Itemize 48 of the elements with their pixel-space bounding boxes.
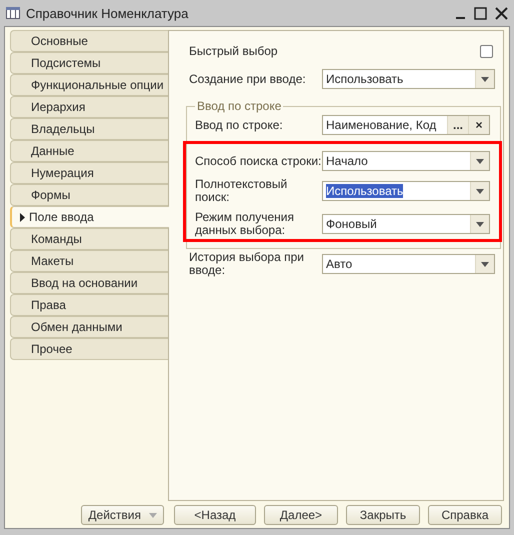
field-label: Режим получения данных выбора: (195, 211, 295, 237)
pointer-icon (20, 212, 25, 222)
dialog-button[interactable]: Справка (428, 505, 502, 525)
dropdown-arrow-icon (476, 158, 484, 164)
actions-button[interactable]: Действия (81, 505, 164, 525)
dialog-button[interactable]: Далее> (264, 505, 338, 525)
dropdown-field[interactable]: Фоновый (322, 214, 490, 234)
sidebar-tab[interactable]: Формы (10, 184, 168, 206)
dropdown-arrow-icon (481, 262, 489, 266)
close-icon[interactable] (495, 6, 508, 20)
field-label: Способ поиска строки: (195, 154, 322, 168)
field-label: Создание при вводе: (189, 72, 307, 86)
sidebar-tab[interactable]: Обмен данными (10, 316, 168, 338)
sidebar-tab[interactable]: Данные (10, 140, 168, 162)
sidebar-tab[interactable]: Поле ввода (10, 206, 169, 228)
dialog-button[interactable]: Закрыть (346, 505, 420, 525)
field-label: Быстрый выбор (189, 44, 278, 58)
sidebar-tab[interactable]: Иерархия (10, 96, 168, 118)
dropdown-field[interactable]: Авто (322, 254, 495, 274)
select-button[interactable]: ... (447, 116, 468, 134)
sidebar-tab[interactable]: Нумерация (10, 162, 168, 184)
dropdown-field[interactable]: Использовать (322, 181, 490, 201)
table-icon (6, 7, 20, 19)
dialog-button[interactable]: <Назад (174, 505, 256, 525)
sidebar-tab[interactable]: Ввод на основании (10, 272, 168, 294)
field-label: Ввод по строке: (195, 118, 284, 132)
clear-button[interactable]: × (468, 116, 489, 134)
sidebar-tab[interactable]: Владельцы (10, 118, 168, 140)
field-label: История выбора при вводе: (189, 251, 305, 277)
maximize-icon[interactable] (474, 6, 487, 20)
dropdown-arrow-icon (476, 222, 484, 226)
sidebar-tab[interactable]: Основные (10, 30, 168, 52)
dropdown-field[interactable]: Использовать (322, 69, 495, 89)
sidebar-tab[interactable]: Прочее (10, 338, 168, 360)
group-title: Ввод по строке (196, 99, 282, 113)
checkbox[interactable] (480, 44, 493, 58)
dropdown-arrow-icon (481, 76, 489, 82)
sidebar-tab[interactable]: Макеты (10, 250, 168, 272)
input-field[interactable]: Наименование, Код ... × (322, 115, 490, 135)
window-title: Справочник Номенклатура (26, 6, 190, 20)
dropdown-field[interactable]: Начало (322, 151, 490, 171)
field-label: Полнотекстовый поиск: (195, 178, 288, 204)
dropdown-arrow-icon (476, 188, 484, 194)
sidebar-tab[interactable]: Команды (10, 228, 168, 250)
sidebar-tab[interactable]: Функциональные опции (10, 74, 168, 96)
sidebar-tab[interactable]: Права (10, 294, 168, 316)
sidebar-tab[interactable]: Подсистемы (10, 52, 168, 74)
caret-icon (149, 512, 157, 518)
